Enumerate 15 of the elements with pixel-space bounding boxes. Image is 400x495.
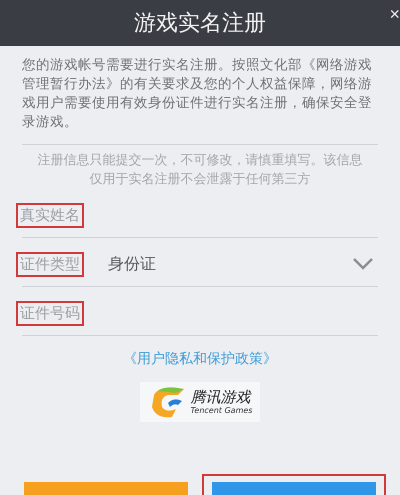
intro-text: 您的游戏帐号需要进行实名注册。按照文化部《网络游戏管理暂行办法》的有关要求及您的个人权益保障，网络游戏用户需要使用有效身份证件进行实名注册，确保安全登录游戏。 <box>22 56 373 132</box>
select-field[interactable]: 证件类型 身份证 <box>22 242 378 287</box>
field-value: 身份证 <box>108 254 157 274</box>
close-button[interactable]: × <box>387 4 400 25</box>
input-field[interactable]: 真实姓名 <box>22 193 378 238</box>
logo-subtitle: Tencent Games <box>190 406 252 416</box>
logo-name: 腾讯游戏 <box>190 388 252 406</box>
notice-text: 注册信息只能提交一次，不可修改，请慎重填写。该信息仅用于实名注册不会泄露于任何第三方 <box>36 152 364 189</box>
dialog-title: 游戏实名注册 <box>134 10 266 38</box>
policy-link[interactable]: 《用户隐私和保护政策》 <box>123 351 277 367</box>
field-label: 真实姓名 <box>16 202 84 228</box>
field-label: 证件类型 <box>16 252 84 276</box>
input-field[interactable]: 证件号码 <box>22 291 378 336</box>
chevron-down-icon <box>352 257 374 271</box>
field-label: 证件号码 <box>16 300 84 326</box>
